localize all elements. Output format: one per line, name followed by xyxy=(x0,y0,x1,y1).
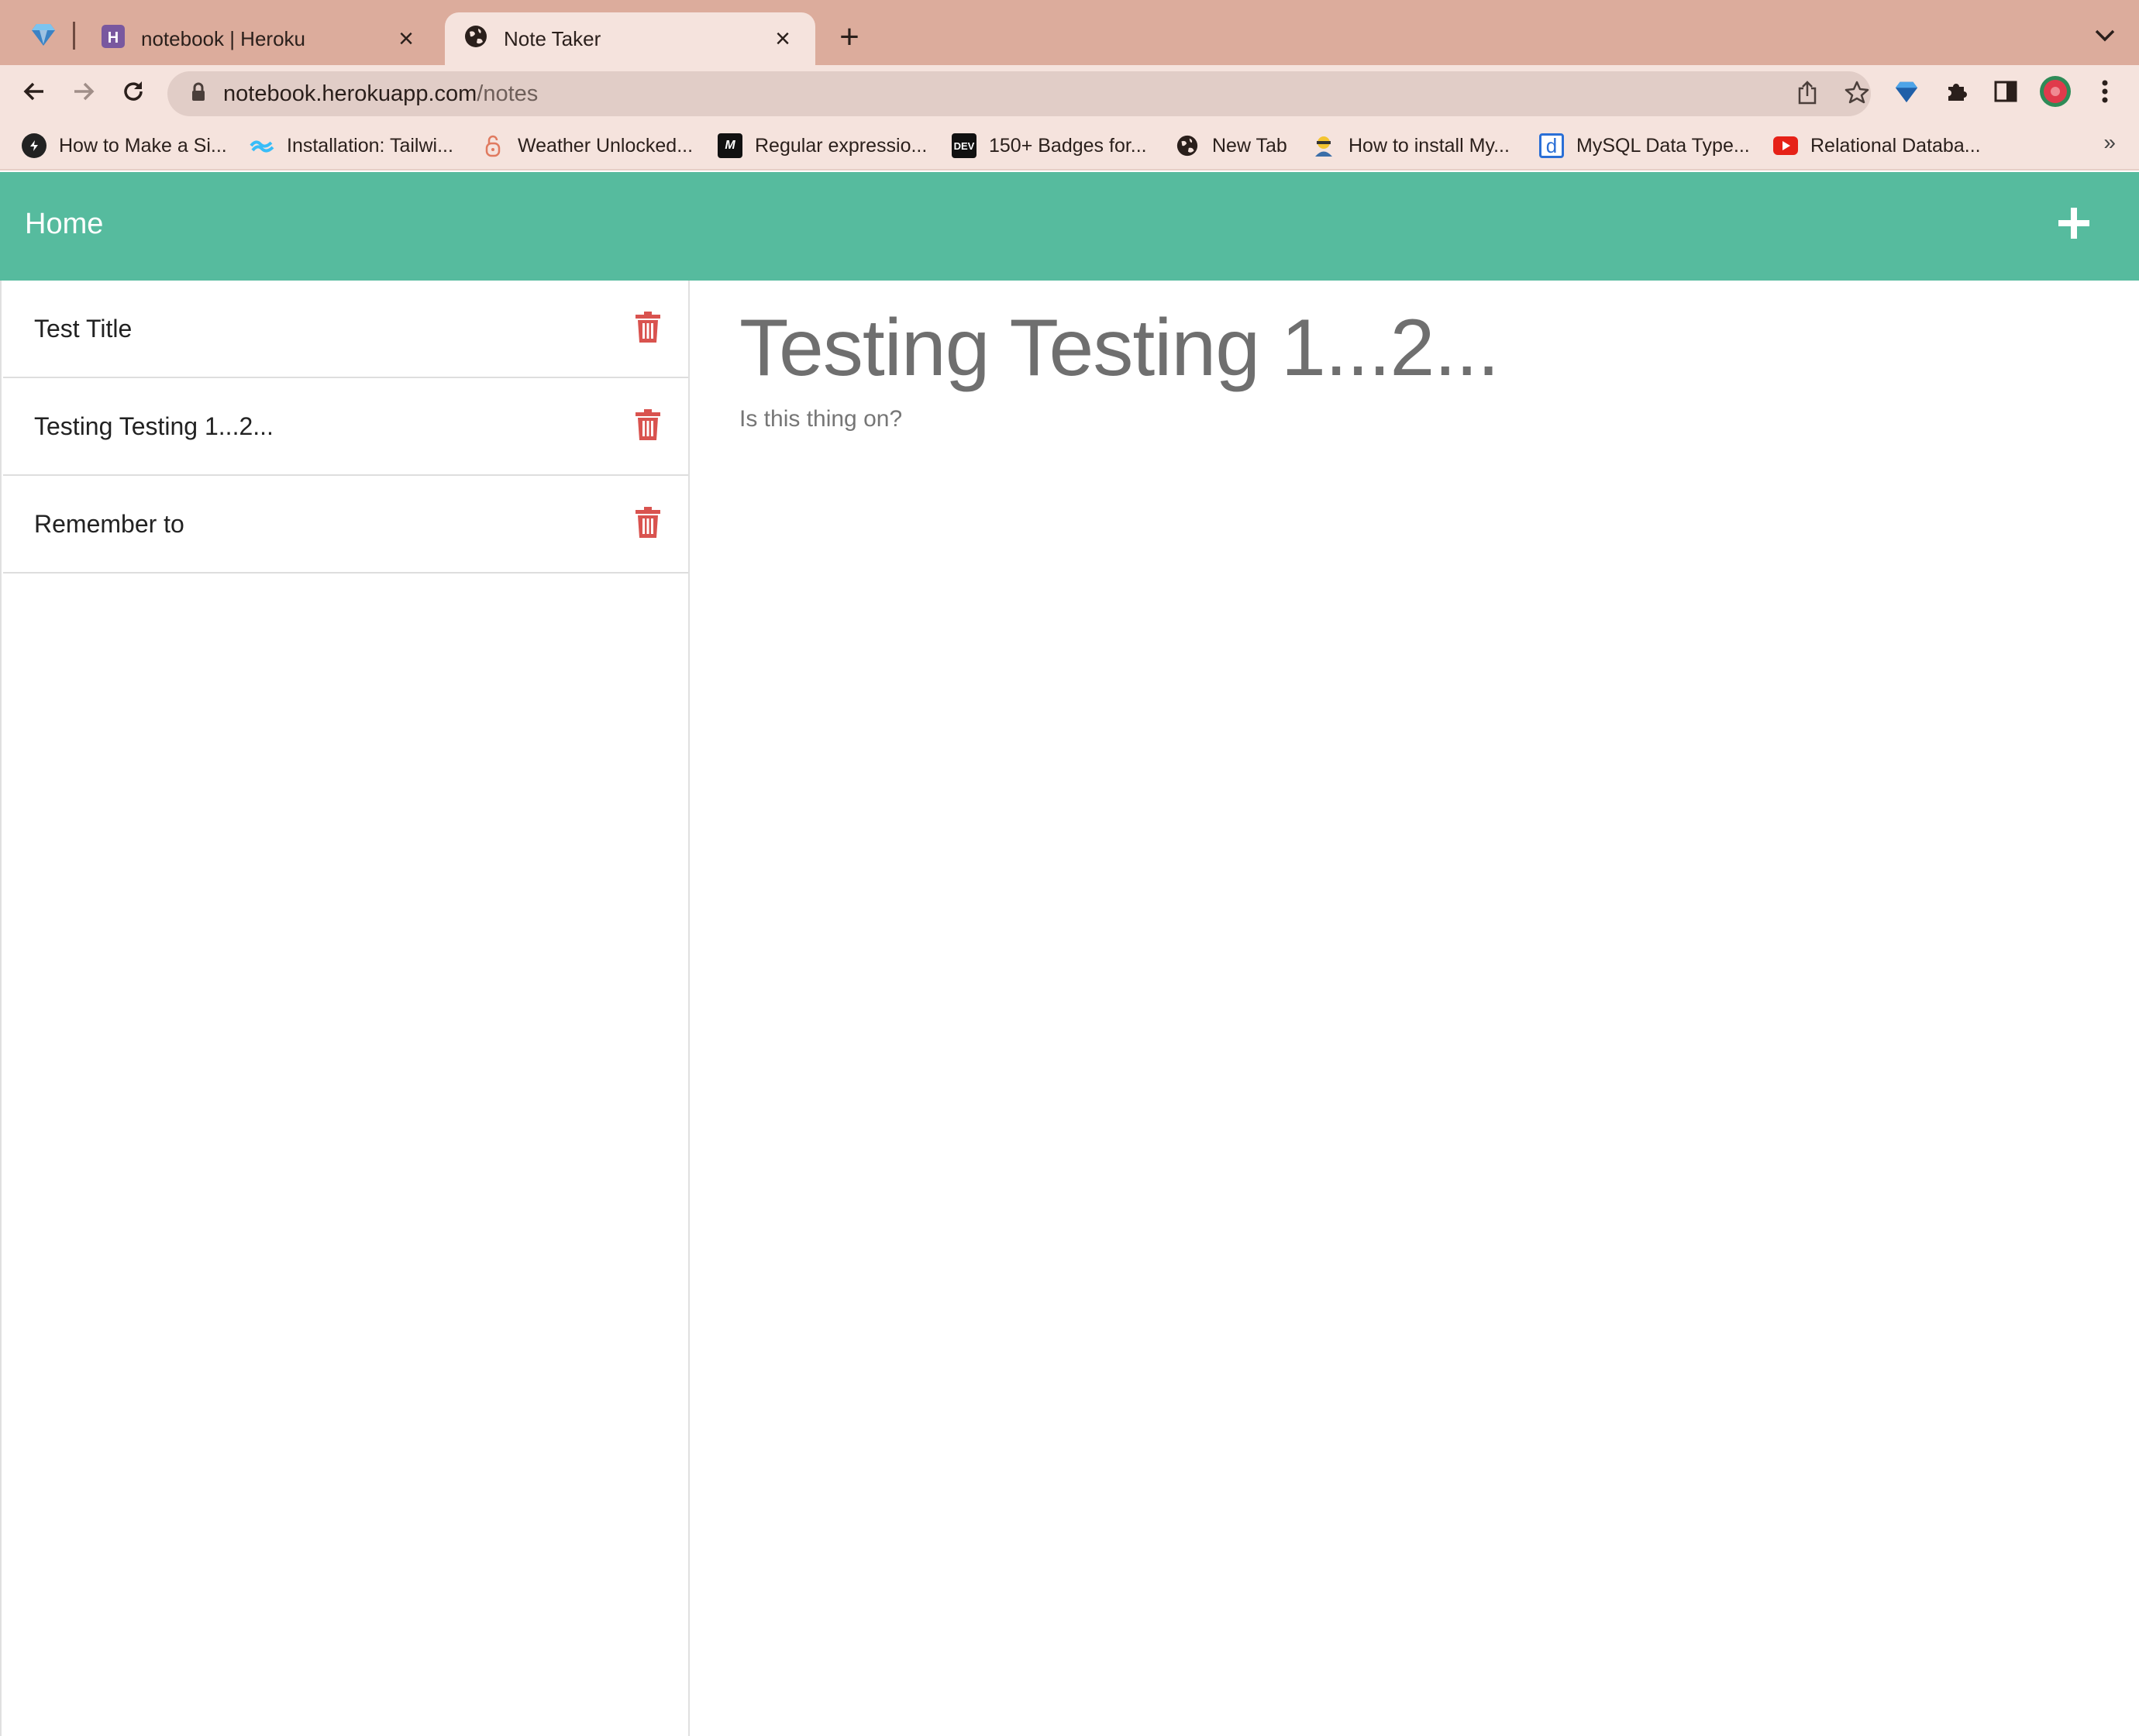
bookmark-item[interactable]: Weather Unlocked... xyxy=(480,129,693,163)
reload-button[interactable] xyxy=(115,74,152,112)
url-host: notebook.herokuapp.com xyxy=(223,81,477,106)
new-tab-button[interactable]: + xyxy=(831,18,868,56)
note-list-item[interactable]: Test Title xyxy=(3,281,688,378)
bookmark-item[interactable]: How to Make a Si... xyxy=(22,129,227,163)
share-icon xyxy=(1797,80,1817,108)
lock-icon xyxy=(480,133,505,158)
tab-search-button[interactable] xyxy=(2089,22,2120,53)
tab-note-taker[interactable]: Note Taker × xyxy=(445,12,815,65)
bookmark-label: Relational Databa... xyxy=(1810,134,1981,157)
bookmark-label: Installation: Tailwi... xyxy=(287,134,453,157)
note-title-input[interactable]: Testing Testing 1...2... xyxy=(739,302,1500,394)
user-icon xyxy=(1311,133,1336,158)
extensions-button[interactable] xyxy=(1938,74,1975,112)
notes-sidebar: Test Title Testing Testing 1...2... Reme… xyxy=(0,281,690,1736)
address-bar[interactable]: notebook.herokuapp.com/notes xyxy=(167,71,1871,116)
app-navbar: Home xyxy=(0,172,2139,281)
heroku-icon: H xyxy=(101,24,126,54)
close-icon[interactable]: × xyxy=(769,25,797,53)
svg-text:H: H xyxy=(108,29,119,46)
trash-icon xyxy=(636,506,660,542)
note-list-item[interactable]: Remember to xyxy=(3,476,688,574)
pinned-tab[interactable] xyxy=(23,16,64,56)
bookmark-item[interactable]: New Tab xyxy=(1175,129,1287,163)
puzzle-icon xyxy=(1944,79,1968,108)
bookmark-label: Regular expressio... xyxy=(755,134,928,157)
arrow-right-icon xyxy=(71,79,96,108)
bookmark-item[interactable]: M Regular expressio... xyxy=(718,129,927,163)
diamond-icon xyxy=(30,21,57,51)
site-icon xyxy=(22,133,46,158)
bookmark-item[interactable]: d MySQL Data Type... xyxy=(1539,129,1750,163)
youtube-icon xyxy=(1773,133,1798,158)
mdn-icon: M xyxy=(718,133,742,158)
bookmark-star-button[interactable] xyxy=(1841,78,1872,109)
globe-icon xyxy=(1175,133,1200,158)
tab-strip: H notebook | Heroku × Note Taker × + xyxy=(0,0,2139,65)
delete-note-button[interactable] xyxy=(632,505,663,542)
note-list-title: Test Title xyxy=(34,315,133,343)
chevron-down-icon xyxy=(2095,29,2115,46)
close-icon[interactable]: × xyxy=(392,25,420,53)
plus-icon xyxy=(2057,206,2091,244)
new-note-button[interactable] xyxy=(2049,200,2099,250)
note-editor: Testing Testing 1...2... Is this thing o… xyxy=(690,281,2139,1736)
back-button[interactable] xyxy=(16,74,53,112)
delete-note-button[interactable] xyxy=(632,408,663,445)
share-button[interactable] xyxy=(1792,78,1823,109)
bookmark-label: Weather Unlocked... xyxy=(518,134,694,157)
note-list-item[interactable]: Testing Testing 1...2... xyxy=(3,378,688,476)
bookmark-item[interactable]: Installation: Tailwi... xyxy=(250,129,453,163)
bookmarks-bar: How to Make a Si... Installation: Tailwi… xyxy=(0,121,2139,170)
tab-separator xyxy=(73,22,75,50)
tab-title: Note Taker xyxy=(504,26,601,50)
menu-button[interactable] xyxy=(2086,74,2124,112)
bookmark-label: 150+ Badges for... xyxy=(989,134,1147,157)
bookmark-label: How to Make a Si... xyxy=(59,134,227,157)
more-vertical-icon xyxy=(2101,79,2109,108)
home-link[interactable]: Home xyxy=(25,208,103,241)
note-list-title: Remember to xyxy=(34,510,184,538)
more-bookmarks-button[interactable]: » xyxy=(2103,130,2116,155)
url-text: notebook.herokuapp.com/notes xyxy=(223,81,538,107)
side-panel-button[interactable] xyxy=(1987,74,2024,112)
avatar-icon xyxy=(2038,74,2072,112)
trash-icon xyxy=(636,311,660,346)
url-path: /notes xyxy=(477,81,539,106)
browser-toolbar: notebook.herokuapp.com/notes xyxy=(0,65,2139,121)
bookmark-item[interactable]: How to install My... xyxy=(1311,129,1510,163)
diamond-icon xyxy=(1894,79,1919,108)
delete-note-button[interactable] xyxy=(632,310,663,347)
globe-icon xyxy=(463,24,488,54)
dev-icon: DEV xyxy=(952,133,976,158)
tailwind-icon xyxy=(250,133,274,158)
tab-title: notebook | Heroku xyxy=(141,26,305,50)
profile-button[interactable] xyxy=(2037,74,2074,112)
forward-button[interactable] xyxy=(65,74,102,112)
bookmark-label: How to install My... xyxy=(1348,134,1510,157)
lock-icon xyxy=(191,82,206,106)
bookmark-label: MySQL Data Type... xyxy=(1576,134,1750,157)
bookmark-item[interactable]: DEV 150+ Badges for... xyxy=(952,129,1147,163)
trash-icon xyxy=(636,408,660,444)
extension-diamond-button[interactable] xyxy=(1888,74,1925,112)
star-icon xyxy=(1844,80,1869,108)
tab-heroku[interactable]: H notebook | Heroku × xyxy=(82,12,439,65)
bookmark-label: New Tab xyxy=(1212,134,1287,157)
bookmark-item[interactable]: Relational Databa... xyxy=(1773,129,1981,163)
note-list-title: Testing Testing 1...2... xyxy=(34,412,274,440)
side-panel-icon xyxy=(1994,80,2017,107)
d-icon: d xyxy=(1539,133,1564,158)
arrow-left-icon xyxy=(22,79,46,108)
note-body-textarea[interactable]: Is this thing on? xyxy=(739,406,902,432)
reload-icon xyxy=(121,79,146,108)
